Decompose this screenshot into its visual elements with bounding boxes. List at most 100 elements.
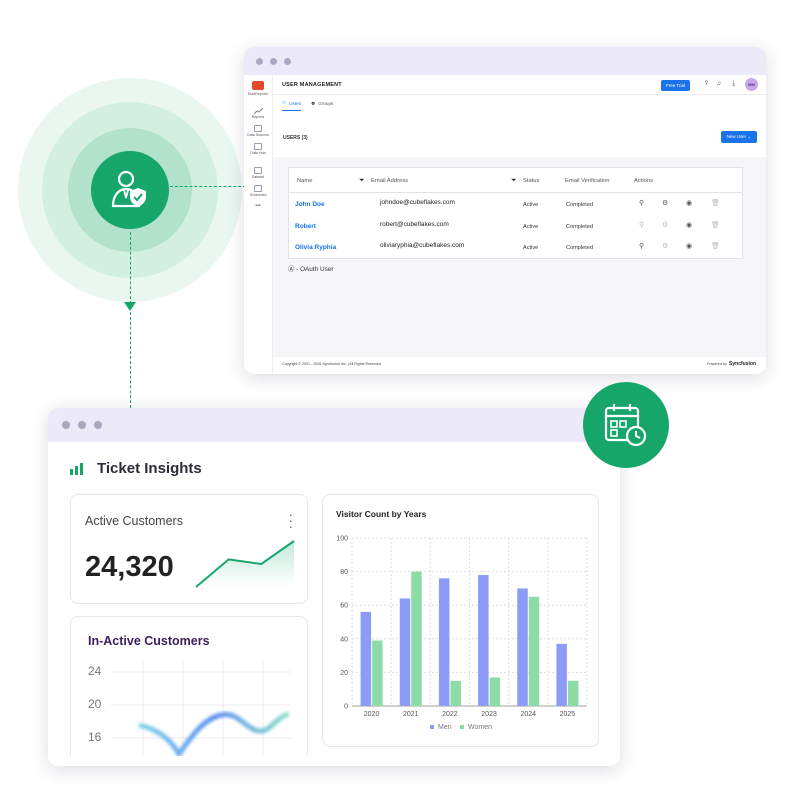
- free-trial-button[interactable]: Free Trial: [660, 80, 690, 91]
- sidebar-item-label: Dataset: [251, 175, 265, 179]
- manage-user-icon[interactable]: ⚲: [639, 199, 644, 207]
- delete-icon[interactable]: 🗑: [711, 199, 720, 207]
- page-title: USER MANAGEMENT: [282, 81, 342, 88]
- column-header-status[interactable]: Status: [523, 178, 539, 184]
- avatar[interactable]: MM: [745, 78, 758, 91]
- bar-women: [567, 680, 579, 706]
- bar-women: [489, 677, 501, 706]
- column-header-name[interactable]: Name: [297, 178, 312, 184]
- chart-grid: [111, 659, 291, 756]
- y-tick-label: 16: [88, 730, 102, 744]
- user-email: johndoe@cubeflakes.com: [380, 199, 455, 206]
- user-tabs: ⚇ Users ⚉ Groups: [282, 100, 333, 111]
- sidebar-item-label: Data Hub: [250, 151, 266, 155]
- y-tick-label: 60: [340, 603, 348, 610]
- tab-users[interactable]: ⚇ Users: [282, 100, 302, 111]
- help-icon[interactable]: ?: [705, 81, 708, 87]
- x-tick-label: 2023: [481, 711, 497, 718]
- column-header-verification[interactable]: Email Verification: [565, 178, 609, 184]
- user-name-link[interactable]: John Doe: [295, 201, 325, 208]
- user-email: oliviaryphia@cubeflakes.com: [380, 242, 465, 249]
- column-header-actions: Actions: [634, 178, 654, 184]
- more-icon: •••: [255, 203, 261, 209]
- bar-women: [372, 640, 383, 706]
- dashboard-header: Ticket Insights: [70, 460, 202, 477]
- window-dot: [94, 421, 102, 429]
- visitor-count-card[interactable]: Visitor Count by Years 0 20 40 60 80 100 2020 2…: [322, 494, 599, 747]
- bar-men: [399, 598, 411, 706]
- sidebar-item-data-sources[interactable]: Data Sources: [247, 125, 269, 137]
- user-name-link[interactable]: Olivia Ryphia: [295, 244, 336, 251]
- bar-women: [450, 680, 461, 706]
- window-dot: [256, 57, 263, 65]
- users-heading: USERS (3): [283, 135, 308, 141]
- sidebar-more[interactable]: •••: [255, 203, 260, 209]
- manage-user-icon[interactable]: ⚲: [639, 221, 644, 229]
- sparkline: [195, 540, 295, 588]
- delete-icon[interactable]: 🗑: [711, 242, 720, 250]
- legend-label: Women: [468, 724, 492, 731]
- user-settings-icon[interactable]: ⚙: [662, 242, 668, 250]
- powered-by-label: Powered by: [706, 362, 728, 366]
- x-tick-label: 2021: [403, 711, 419, 718]
- x-tick-label: 2025: [560, 711, 576, 718]
- y-tick-label: 0: [344, 704, 348, 711]
- header-divider: [289, 192, 742, 193]
- view-icon[interactable]: ◉: [686, 199, 692, 207]
- user-shield-icon: [91, 151, 169, 229]
- chart-line-icon: [253, 108, 263, 115]
- user-name-link[interactable]: Robert: [295, 223, 316, 230]
- window-dot: [270, 57, 277, 65]
- card-title: In-Active Customers: [88, 634, 210, 648]
- card-title: Active Customers: [85, 514, 183, 528]
- download-icon[interactable]: ⤓: [732, 81, 735, 88]
- legend-swatch: [460, 725, 464, 729]
- sparkline-area: [196, 541, 294, 587]
- powered-by: Powered by Syncfusion: [707, 361, 756, 367]
- data-hub-icon: [254, 143, 262, 150]
- window-dot: [62, 421, 70, 429]
- sidebar-item-reports[interactable]: Reports: [251, 108, 265, 119]
- bell-icon[interactable]: ♫: [717, 81, 722, 87]
- connector-line: [130, 232, 131, 304]
- user-settings-icon[interactable]: ⚙: [662, 199, 668, 207]
- user-verification: Completed: [566, 224, 594, 230]
- chevron-down-icon: ⌄: [747, 134, 751, 139]
- sidebar-logo[interactable]: BoldReports: [248, 81, 268, 96]
- window-titlebar: [48, 408, 620, 442]
- user-status: Active: [523, 245, 539, 251]
- connector-line: [170, 186, 246, 187]
- sidebar-item-dataset[interactable]: Dataset: [252, 167, 264, 179]
- boldreports-logo-icon: [252, 81, 264, 90]
- new-user-button[interactable]: New User ⌄: [720, 131, 757, 143]
- bar-men: [438, 578, 450, 706]
- view-icon[interactable]: ◉: [686, 242, 692, 250]
- more-vertical-icon[interactable]: · · ·: [288, 507, 293, 533]
- window-dot: [78, 421, 86, 429]
- view-icon[interactable]: ◉: [686, 221, 692, 229]
- column-header-email[interactable]: Email Address: [371, 178, 408, 184]
- delete-icon[interactable]: 🗑: [711, 221, 720, 229]
- y-tick-label: 100: [336, 536, 348, 543]
- user-status: Active: [523, 202, 539, 208]
- manage-user-icon[interactable]: ⚲: [639, 242, 644, 250]
- active-customers-card[interactable]: Active Customers · · · 24,320: [70, 494, 308, 604]
- filter-icon[interactable]: ⏷: [511, 177, 517, 185]
- user-settings-icon[interactable]: ⚙: [662, 221, 668, 229]
- sidebar-item-label: Reports: [251, 115, 265, 119]
- sidebar-item-label: Schedules: [249, 193, 267, 197]
- tab-groups[interactable]: ⚉ Groups: [311, 100, 333, 111]
- oauth-user-icon: Ⓐ: [288, 266, 295, 273]
- y-tick-label: 24: [88, 664, 102, 678]
- y-tick-label: 40: [340, 636, 348, 643]
- inactive-series-line: [138, 711, 290, 756]
- sidebar-item-label: Data Sources: [247, 133, 269, 137]
- x-tick-label: 2024: [520, 711, 536, 718]
- illustration-canvas: BoldReports Reports Data Sources Data Hu…: [0, 0, 800, 800]
- inactive-customers-card[interactable]: In-Active Customers 24 20 16: [70, 616, 308, 756]
- sidebar-item-data-hub[interactable]: Data Hub: [250, 143, 266, 155]
- group-icon: ⚉: [311, 100, 316, 106]
- sidebar-item-schedules[interactable]: Schedules: [249, 185, 267, 197]
- filter-icon[interactable]: ⏷: [359, 177, 365, 185]
- syncfusion-logo: Syncfusion: [729, 361, 756, 367]
